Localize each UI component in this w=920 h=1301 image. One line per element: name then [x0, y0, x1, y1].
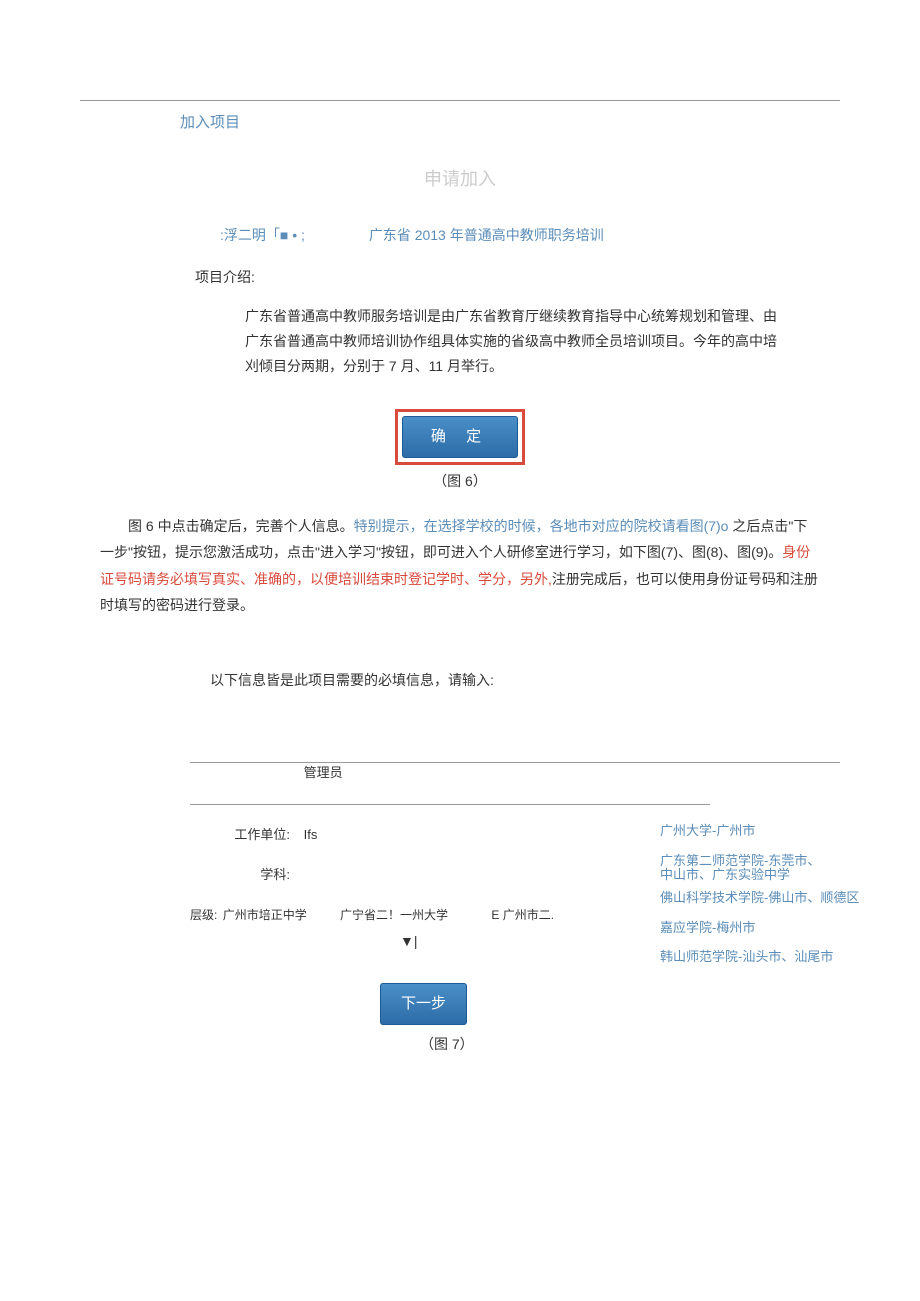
- school-item-1: 广州大学-广州市: [660, 821, 900, 841]
- project-name: 广东省 2013 年普通高中教师职务培训: [369, 227, 604, 243]
- school-item-2b: 中山市、广东实验中学: [660, 865, 790, 885]
- join-project-label: 加入项目: [180, 111, 920, 135]
- admin-line-top: [190, 762, 840, 763]
- main-paragraph: 图 6 中点击确定后，完善个人信息。特别提示，在选择学校的时候，各地市对应的院校…: [100, 513, 820, 619]
- figure-7-caption: （图 7）: [420, 1033, 920, 1055]
- admin-row: 管理员: [190, 741, 840, 804]
- form-area: 管理员 工作单位: Ifs 学科: 层级: 广州市培正中学 广宁省二！一州大学 …: [190, 741, 840, 953]
- figure-6-caption: （图 6）: [0, 470, 920, 492]
- work-unit-value: Ifs: [304, 827, 318, 842]
- apply-title: 申请加入: [0, 165, 920, 194]
- level-value-3: E 广州市二.: [491, 908, 554, 922]
- confirm-button-container: 确 定: [0, 409, 920, 465]
- school-item-2: 广东第二师范学院-东莞市、 中山市、广东实验中学: [660, 851, 900, 871]
- work-unit-label: 工作单位:: [190, 825, 290, 846]
- school-item-3: 佛山科学技术学院-佛山市、顺德区: [660, 888, 900, 908]
- form-intro-text: 以下信息皆是此项目需要的必填信息，请输入:: [210, 669, 920, 691]
- top-divider: [80, 100, 840, 101]
- school-item-5: 韩山师范学院-汕头市、汕尾市: [660, 947, 900, 967]
- intro-text: 广东省普通高中教师服务培训是由广东省教育厅继续教育指导中心统筹规划和管理、由广东…: [245, 304, 780, 380]
- para-highlight-blue: 特别提示，在选择学校的时候，各地市对应的院校请看图(7)o: [354, 518, 733, 534]
- dropdown-icon[interactable]: ▼|: [400, 933, 418, 949]
- admin-underline: [190, 787, 710, 805]
- level-value-1: 广州市培正中学: [223, 908, 307, 922]
- project-row: :浮二明「■ • ; 广东省 2013 年普通高中教师职务培训: [220, 224, 920, 246]
- school-item-4: 嘉应学院-梅州市: [660, 918, 900, 938]
- intro-label: 项目介绍:: [195, 266, 920, 288]
- next-button-container: 下一步: [380, 983, 920, 1025]
- level-label: 层级:: [190, 908, 217, 922]
- subject-label: 学科:: [190, 865, 290, 886]
- confirm-highlight-border: 确 定: [395, 409, 525, 465]
- schools-list: 广州大学-广州市 广东第二师范学院-东莞市、 中山市、广东实验中学 佛山科学技术…: [660, 821, 900, 977]
- confirm-button[interactable]: 确 定: [402, 416, 518, 458]
- admin-label: 管理员: [304, 765, 343, 780]
- next-button[interactable]: 下一步: [380, 983, 467, 1025]
- level-value-2: 广宁省二！一州大学: [340, 908, 448, 922]
- para-part-1: 图 6 中点击确定后，完善个人信息。: [128, 518, 354, 534]
- prefix-text: :浮二明「■ • ;: [220, 227, 305, 243]
